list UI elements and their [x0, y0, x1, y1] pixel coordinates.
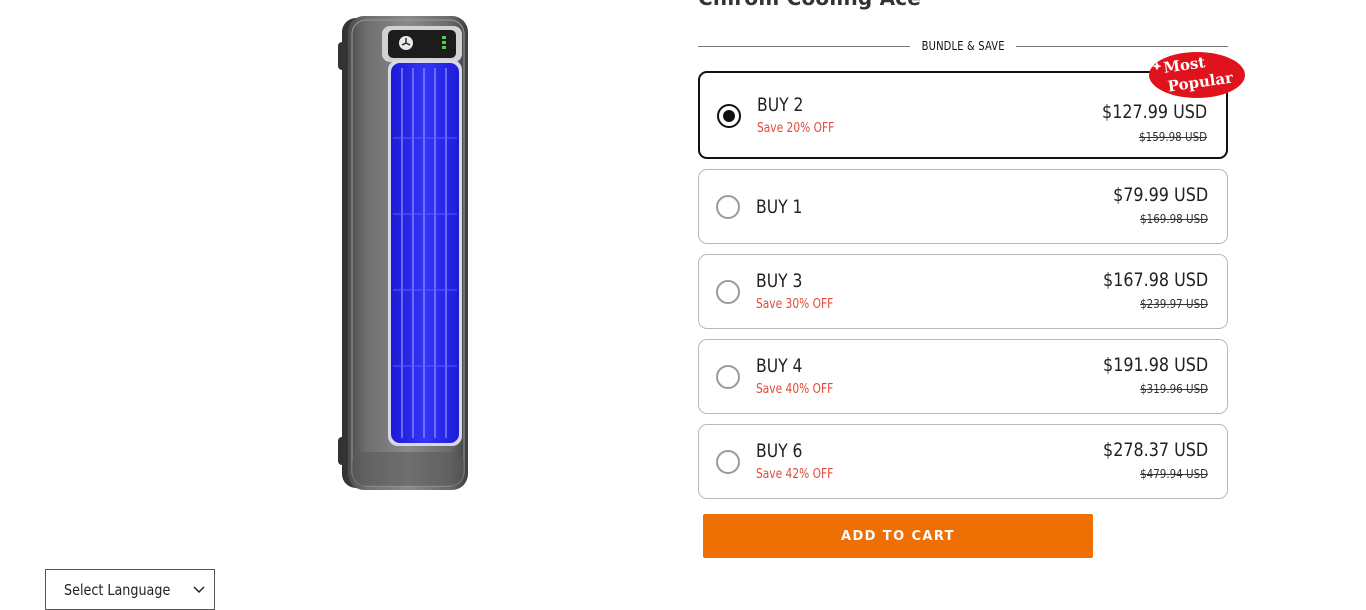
language-select[interactable]: Select Language — [45, 569, 215, 610]
option-save-text: Save 30% OFF — [756, 297, 834, 312]
option-price: $278.37 USD — [1102, 439, 1208, 461]
radio-button[interactable] — [716, 450, 740, 474]
bundle-option-buy-4[interactable]: BUY 4 Save 40% OFF $191.98 USD $319.96 U… — [698, 339, 1228, 414]
option-label: BUY 6 — [756, 440, 803, 462]
add-to-cart-button[interactable]: ADD TO CART — [703, 514, 1093, 558]
product-description-snippet — [698, 600, 1218, 610]
option-compare-price: $479.94 USD — [1139, 467, 1208, 481]
product-title: Chirom Cooling Ace — [698, 0, 921, 10]
bundle-option-buy-6[interactable]: BUY 6 Save 42% OFF $278.37 USD $479.94 U… — [698, 424, 1228, 499]
option-price: $167.98 USD — [1102, 269, 1208, 291]
divider-left — [698, 45, 910, 47]
bundle-option-buy-1[interactable]: BUY 1 $79.99 USD $169.98 USD — [698, 169, 1228, 244]
option-save-text: Save 40% OFF — [756, 382, 834, 397]
option-label: BUY 1 — [756, 196, 803, 218]
most-popular-badge: Most Popular — [1147, 48, 1247, 100]
option-price: $127.99 USD — [1101, 101, 1207, 123]
option-compare-price: $239.97 USD — [1139, 297, 1208, 311]
option-price: $79.99 USD — [1112, 184, 1208, 206]
option-compare-price: $159.98 USD — [1138, 130, 1207, 144]
radio-button[interactable] — [716, 195, 740, 219]
bundle-header-text: BUNDLE & SAVE — [921, 39, 1005, 53]
product-image — [338, 12, 478, 492]
language-select-value: Select Language — [64, 581, 171, 599]
option-label: BUY 2 — [757, 94, 804, 116]
option-save-text: Save 20% OFF — [757, 121, 835, 136]
option-label: BUY 3 — [756, 270, 803, 292]
option-label: BUY 4 — [756, 355, 803, 377]
chevron-down-icon — [193, 586, 205, 594]
bundle-option-buy-3[interactable]: BUY 3 Save 30% OFF $167.98 USD $239.97 U… — [698, 254, 1228, 329]
radio-button-selected[interactable] — [717, 104, 741, 128]
option-save-text: Save 42% OFF — [756, 467, 834, 482]
option-price: $191.98 USD — [1102, 354, 1208, 376]
divider-right — [1016, 45, 1228, 47]
radio-button[interactable] — [716, 280, 740, 304]
option-compare-price: $169.98 USD — [1139, 212, 1208, 226]
radio-button[interactable] — [716, 365, 740, 389]
option-compare-price: $319.96 USD — [1139, 382, 1208, 396]
